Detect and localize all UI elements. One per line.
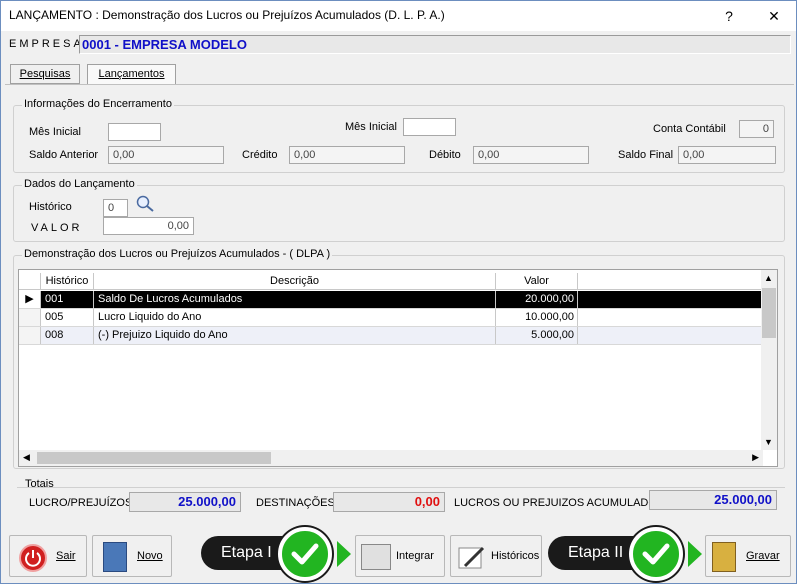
table-row[interactable]: 005 Lucro Liquido do Ano 10.000,00 [19, 309, 763, 327]
mes-inicial-label: Mês Inicial [29, 126, 81, 138]
lucro-value: 25.000,00 [129, 492, 241, 512]
valor-label: VALOR [31, 222, 83, 234]
integrar-label: Integrar [396, 550, 434, 562]
integrar-button[interactable]: Integrar [355, 535, 445, 577]
close-button[interactable]: ✕ [761, 5, 787, 27]
title-bar: LANÇAMENTO : Demonstração dos Lucros ou … [1, 1, 796, 31]
cell-descricao: Lucro Liquido do Ano [94, 309, 496, 326]
encerramento-title: Informações do Encerramento [22, 98, 174, 110]
credito-label: Crédito [242, 149, 278, 161]
lancamento-title: Dados do Lançamento [22, 178, 137, 190]
destinacoes-value: 0,00 [333, 492, 445, 512]
mes-inicial-input[interactable] [108, 123, 161, 141]
acumulados-label: LUCROS OU PREJUIZOS ACUMULADOS [454, 497, 665, 509]
new-document-icon [103, 542, 127, 572]
tab-lancamentos[interactable]: Lançamentos [87, 64, 176, 85]
row-indicator [19, 309, 41, 326]
lucro-label: LUCRO/PREJUÍZOS [29, 497, 133, 509]
col-valor[interactable]: Valor [496, 273, 578, 290]
cell-descricao: Saldo De Lucros Acumulados [94, 291, 496, 308]
vertical-scrollbar[interactable]: ▲ ▼ [761, 270, 777, 450]
empresa-field: 0001 - EMPRESA MODELO [79, 35, 791, 54]
conta-contabil-label: Conta Contábil [653, 123, 726, 135]
scroll-up-icon[interactable]: ▲ [764, 273, 773, 283]
gravar-button[interactable]: Gravar [705, 535, 791, 577]
scroll-down-icon[interactable]: ▼ [764, 437, 773, 447]
historicos-label: Históricos [491, 550, 540, 562]
table-row[interactable]: 008 (-) Prejuizo Liquido do Ano 5.000,00 [19, 327, 763, 345]
empresa-value: 0001 - EMPRESA MODELO [82, 37, 247, 52]
scroll-right-icon[interactable]: ▶ [752, 452, 759, 463]
row-indicator-icon: ▶ [19, 291, 41, 308]
dlpa-grid[interactable]: Histórico Descrição Valor ▶ 001 Saldo De… [18, 269, 778, 467]
valor-input[interactable]: 0,00 [103, 217, 194, 235]
col-descricao[interactable]: Descrição [94, 273, 496, 290]
acumulados-value: 25.000,00 [649, 490, 777, 510]
tab-pesquisas[interactable]: Pesquisas [10, 64, 80, 84]
historico-input[interactable]: 0 [103, 199, 128, 217]
pencil-icon [457, 544, 487, 575]
sair-button[interactable]: Sair [9, 535, 87, 577]
historico-label: Histórico [29, 201, 72, 213]
horizontal-scrollbar[interactable]: ◀ ▶ [19, 450, 763, 466]
arrow-right-icon [688, 541, 702, 567]
totais-divider [17, 487, 785, 488]
tab-pesquisas-label: Pesquisas [19, 68, 71, 80]
dlpa-title: Demonstração dos Lucros ou Prejuízos Acu… [22, 248, 333, 260]
hscroll-thumb[interactable] [37, 452, 271, 464]
credito-input[interactable]: 0,00 [289, 146, 405, 164]
saldo-final-input[interactable]: 0,00 [678, 146, 776, 164]
cell-valor: 20.000,00 [496, 291, 578, 308]
check-icon [629, 527, 683, 581]
tab-lancamentos-label: Lançamentos [98, 68, 165, 80]
saldo-anterior-label: Saldo Anterior [29, 149, 99, 161]
novo-label: Novo [137, 550, 163, 562]
calculator-icon [361, 544, 391, 570]
cell-historico: 001 [41, 291, 94, 308]
saldo-anterior-input[interactable]: 0,00 [108, 146, 224, 164]
cell-descricao: (-) Prejuizo Liquido do Ano [94, 327, 496, 344]
power-icon [19, 544, 47, 572]
cell-historico: 005 [41, 309, 94, 326]
empresa-label: EMPRESA [9, 38, 84, 50]
novo-button[interactable]: Novo [92, 535, 172, 577]
arrow-right-icon [337, 541, 351, 567]
main-window: LANÇAMENTO : Demonstração dos Lucros ou … [0, 0, 797, 584]
conta-contabil-input[interactable]: 0 [739, 120, 774, 138]
help-button[interactable]: ? [716, 5, 742, 27]
grid-header: Histórico Descrição Valor [19, 273, 763, 290]
row-indicator [19, 327, 41, 344]
scroll-left-icon[interactable]: ◀ [23, 452, 30, 463]
col-historico[interactable]: Histórico [41, 273, 94, 290]
vscroll-thumb[interactable] [762, 288, 776, 338]
sair-label: Sair [56, 550, 76, 562]
grid-header-corner [19, 273, 41, 290]
folder-icon [712, 542, 736, 572]
saldo-final-label: Saldo Final [618, 149, 674, 161]
totais-title: Totais [25, 478, 54, 490]
mes-inicial2-input[interactable] [403, 118, 456, 136]
historicos-button[interactable]: Históricos [450, 535, 542, 577]
cell-valor: 10.000,00 [496, 309, 578, 326]
search-icon[interactable] [135, 194, 157, 217]
cell-historico: 008 [41, 327, 94, 344]
cell-valor: 5.000,00 [496, 327, 578, 344]
debito-label: Débito [429, 149, 461, 161]
debito-input[interactable]: 0,00 [473, 146, 589, 164]
destinacoes-label: DESTINAÇÕES [256, 497, 335, 509]
gravar-label: Gravar [746, 550, 780, 562]
check-icon [278, 527, 332, 581]
mes-inicial2-label: Mês Inicial [345, 121, 397, 133]
window-title: LANÇAMENTO : Demonstração dos Lucros ou … [9, 8, 445, 22]
table-row[interactable]: ▶ 001 Saldo De Lucros Acumulados 20.000,… [19, 291, 763, 309]
